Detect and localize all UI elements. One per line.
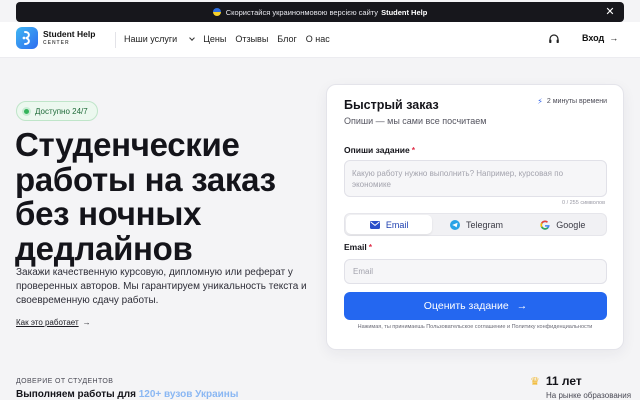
telegram-icon [449, 219, 460, 230]
arrow-right-icon: → [609, 33, 619, 43]
availability-badge-label: Доступно 24/7 [35, 106, 88, 116]
site-header: Student Help CENTER Наши услуги Цены Отз… [0, 22, 640, 58]
logo-icon [16, 27, 38, 49]
availability-badge: Доступно 24/7 [16, 101, 98, 121]
logo-subtitle: CENTER [43, 39, 70, 46]
trust-prefix: Выполняем работы для [16, 389, 136, 400]
hero-title: Студенческие работы на заказ без ночных … [15, 126, 315, 267]
evaluate-task-button[interactable]: Оценить задание → [344, 292, 607, 320]
submit-label: Оценить задание [423, 300, 509, 312]
contact-option-email[interactable]: Email [346, 215, 433, 234]
task-label-text: Опиши задание [344, 145, 410, 155]
legal-notice: Нажимая, ты принимаешь Пользовательское … [357, 324, 593, 330]
time-note: ⚡ 2 минуты времени [537, 97, 607, 106]
nav-item-about[interactable]: О нас [306, 34, 330, 44]
trust-highlight: 120+ вузов Украины [138, 389, 239, 400]
chevron-down-icon [189, 35, 196, 41]
email-icon [369, 220, 380, 229]
banner-text: Скористайся украинонмовою версією сайту [225, 7, 379, 17]
headset-icon[interactable] [548, 33, 560, 45]
status-dot-icon [24, 108, 29, 114]
ukraine-flag-icon [212, 8, 221, 16]
years-caption: На рынке образования [546, 391, 632, 400]
task-label: Опиши задание * [344, 145, 415, 155]
hero-title-line: без ночных [15, 195, 202, 232]
nav-item-services[interactable]: Наши услуги [124, 34, 196, 44]
contact-option-google[interactable]: Google [520, 214, 606, 235]
nav-item-reviews[interactable]: Отзывы [235, 34, 268, 44]
form-title: Быстрый заказ [344, 98, 439, 112]
arrow-right-icon: → [82, 318, 91, 327]
logo[interactable]: Student Help CENTER [16, 27, 95, 49]
required-mark: * [368, 242, 372, 252]
close-icon[interactable]: ✕ [604, 6, 616, 18]
google-icon [540, 220, 550, 230]
banner-brand[interactable]: Student Help [381, 8, 427, 17]
email-label: Email * [344, 242, 372, 252]
arrow-right-icon: → [516, 300, 528, 312]
task-description-input[interactable]: Какую работу нужно выполнить? Например, … [344, 160, 607, 197]
language-banner[interactable]: Скористайся украинонмовою версією сайту … [16, 2, 624, 22]
main-nav: Наши услуги Цены Отзывы Блог О нас [124, 34, 339, 44]
time-note-label: 2 минуты времени [546, 98, 607, 105]
years-stat: ♛ 11 лет [530, 374, 582, 388]
email-input[interactable]: Email [344, 259, 607, 284]
bolt-icon: ⚡ [537, 97, 543, 106]
crown-icon: ♛ [530, 376, 540, 388]
email-label-text: Email [344, 242, 367, 252]
login-button[interactable]: Вход → [582, 33, 618, 43]
form-subtitle: Опиши — мы сами все посчитаем [344, 116, 487, 126]
nav-item-prices[interactable]: Цены [203, 34, 226, 44]
hero-title-line: работы на заказ [15, 160, 276, 198]
contact-option-telegram[interactable]: Telegram [433, 214, 519, 235]
contact-option-google-label: Google [556, 219, 586, 230]
login-label: Вход [582, 33, 605, 43]
how-it-works-link[interactable]: Как это работает → [16, 318, 91, 327]
contact-option-telegram-label: Telegram [465, 219, 503, 230]
hero-title-line: Студенческие [15, 126, 240, 163]
how-it-works-label: Как это работает [16, 318, 79, 327]
header-divider [115, 32, 116, 48]
trust-label: ДОВЕРИЕ ОТ СТУДЕНТОВ [16, 378, 114, 385]
nav-item-services-label: Наши услуги [124, 34, 178, 44]
trust-statement: Выполняем работы для 120+ вузов Украины [16, 389, 238, 400]
logo-title: Student Help [43, 29, 96, 40]
contact-method-selector: Email Telegram Google [344, 213, 607, 236]
hero-description: Закажи качественную курсовую, дипломную … [16, 267, 307, 306]
hero-title-line: дедлайнов [15, 229, 193, 267]
required-mark: * [411, 145, 416, 155]
contact-option-email-label: Email [385, 219, 409, 230]
nav-item-blog[interactable]: Блог [277, 34, 296, 44]
years-value: 11 лет [545, 374, 582, 388]
character-counter: 0 / 255 символов [561, 200, 605, 206]
quick-order-form: Быстрый заказ Опиши — мы сами все посчит… [326, 84, 624, 350]
